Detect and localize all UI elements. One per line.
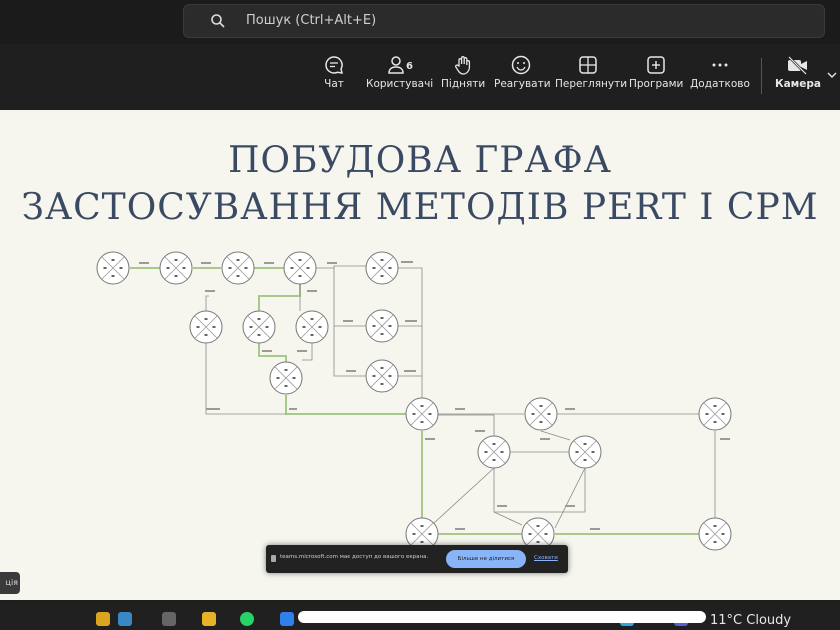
graph-node	[96, 251, 130, 285]
lock-icon	[271, 555, 276, 562]
side-panel-tab[interactable]: ція	[0, 572, 20, 594]
pinned-app-icon[interactable]	[96, 612, 110, 626]
graph-node	[405, 397, 439, 431]
edge-icon[interactable]	[280, 612, 294, 626]
graph-node	[365, 309, 399, 343]
weather-widget[interactable]: 11°C Cloudy	[710, 613, 791, 628]
graph-node	[524, 397, 558, 431]
graph-edge-labels	[139, 261, 730, 530]
pinned-app-icon[interactable]	[118, 612, 132, 626]
graph-node	[283, 251, 317, 285]
graph-node	[568, 435, 602, 469]
screen-share-notice: teams.microsoft.com має доступ до вашого…	[266, 545, 568, 573]
whatsapp-icon[interactable]	[240, 612, 254, 626]
share-indicator-bar	[298, 611, 706, 623]
share-message: teams.microsoft.com має доступ до вашого…	[280, 554, 429, 560]
graph-node	[295, 310, 329, 344]
graph-secondary-edges	[205, 265, 716, 535]
graph-node	[159, 251, 193, 285]
graph-node	[221, 251, 255, 285]
graph-node	[242, 310, 276, 344]
graph-node	[269, 361, 303, 395]
network-graph	[96, 251, 732, 551]
graph-node	[365, 251, 399, 285]
graph-node	[698, 517, 732, 551]
task-view-icon[interactable]	[162, 612, 176, 626]
stop-sharing-button[interactable]: Більше не ділитися	[446, 550, 526, 568]
graph-node	[189, 310, 223, 344]
file-explorer-icon[interactable]	[202, 612, 216, 626]
graph-node	[698, 397, 732, 431]
hide-link[interactable]: Сховати	[534, 555, 558, 561]
graph-nodes	[96, 251, 732, 551]
graph-node	[365, 359, 399, 393]
graph-node	[477, 435, 511, 469]
